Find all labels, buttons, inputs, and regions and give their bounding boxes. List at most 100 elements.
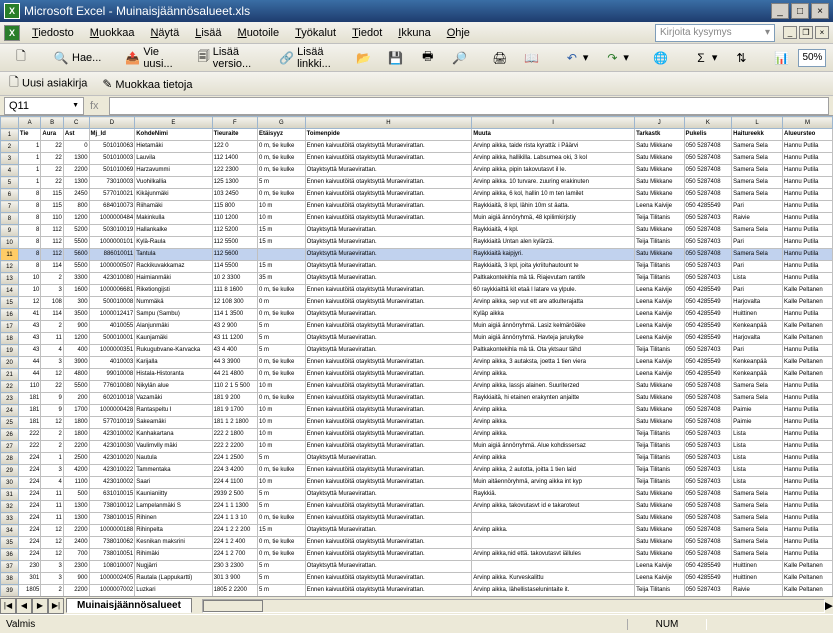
cell[interactable]: Hannu Putila xyxy=(782,261,832,273)
cell[interactable]: Lista xyxy=(732,441,783,453)
cell[interactable]: Kalle Peltanen xyxy=(782,573,832,585)
cell[interactable]: Nikylän alue xyxy=(135,381,212,393)
cell[interactable]: 2300 xyxy=(63,561,89,573)
cell[interactable]: Arvinp aikka, 6 kol, hallin 10 m ten lam… xyxy=(472,189,635,201)
cell[interactable]: 108 xyxy=(41,297,64,309)
cell[interactable]: 43 4 400 xyxy=(212,345,257,357)
cell[interactable]: Muin aigiä ännörryhmä. Alue kohdissersaz xyxy=(472,441,635,453)
cell[interactable]: 0 m, tie kulke xyxy=(258,369,306,381)
vie-button[interactable]: 📤Vie uusi... xyxy=(118,47,180,69)
cell[interactable]: 423010030 xyxy=(89,441,135,453)
col-header-M[interactable]: M xyxy=(782,117,832,129)
cell[interactable]: Satu Mikkane xyxy=(635,381,684,393)
row-header[interactable]: 39 xyxy=(1,585,19,597)
cell[interactable]: 1300 xyxy=(63,177,89,189)
cell[interactable]: 10 2 3300 xyxy=(212,273,257,285)
lisaa-versio-button[interactable]: 🗐Lisää versio... xyxy=(191,47,263,69)
row-header[interactable]: 16 xyxy=(1,309,19,321)
cell[interactable]: 050 5287408 xyxy=(684,165,732,177)
cell[interactable]: 0 m, tie kulke xyxy=(258,309,306,321)
cell[interactable]: 050 5287403 xyxy=(684,237,732,249)
cell[interactable]: Ennen kaivuutöitä otayktsyttä Muraevirat… xyxy=(305,177,472,189)
cell[interactable]: 43 xyxy=(18,345,40,357)
cell[interactable]: Ennen kaivuutöitä otayktsyttä Muraevirat… xyxy=(305,141,472,153)
col-header-E[interactable]: E xyxy=(135,117,212,129)
cell[interactable]: 5200 xyxy=(63,225,89,237)
cell[interactable]: 1300 xyxy=(63,501,89,513)
cell[interactable]: Raykkiä. xyxy=(472,489,635,501)
cell[interactable]: 050 5287403 xyxy=(684,453,732,465)
cell[interactable]: 15 m xyxy=(258,237,306,249)
cell[interactable]: 050 5287403 xyxy=(684,441,732,453)
cell[interactable]: Satu Mikkane xyxy=(635,153,684,165)
cell[interactable]: Samera Sela xyxy=(732,141,783,153)
cell[interactable]: 224 1 2 700 xyxy=(212,549,257,561)
print2-button[interactable]: 🖨 xyxy=(485,47,515,69)
row-header[interactable]: 20 xyxy=(1,357,19,369)
cell[interactable]: Rihinpelta xyxy=(135,525,212,537)
menu-lisää[interactable]: Lisää xyxy=(187,25,229,41)
cell[interactable]: Ennen kaivuutöitä otayktsyttä Muraevirat… xyxy=(305,429,472,441)
cell[interactable]: 1100 xyxy=(63,477,89,489)
col-header-J[interactable]: J xyxy=(635,117,684,129)
cell[interactable]: Pari xyxy=(732,261,783,273)
cell[interactable]: 1200 xyxy=(63,333,89,345)
hscroll-track[interactable] xyxy=(202,599,825,613)
cell[interactable]: 738010015 xyxy=(89,513,135,525)
cell[interactable]: 577010019 xyxy=(89,417,135,429)
muokkaa-tietoja-button[interactable]: ✎Muokkaa tietoja xyxy=(99,76,192,92)
cell[interactable]: Teija Tilitanis xyxy=(635,345,684,357)
cell[interactable]: Vuohilkallia xyxy=(135,177,212,189)
cell[interactable]: Satu Mikkane xyxy=(635,501,684,513)
cell[interactable]: 10 m xyxy=(258,213,306,225)
field-header[interactable]: Alueursteo xyxy=(782,129,832,141)
cell[interactable]: 1000000188 xyxy=(89,525,135,537)
menu-tiedot[interactable]: Tiedot xyxy=(344,25,390,41)
cell[interactable]: 10 m xyxy=(258,201,306,213)
field-header[interactable]: Muuta xyxy=(472,129,635,141)
cell[interactable]: 776010080 xyxy=(89,381,135,393)
cell[interactable]: 224 4 1100 xyxy=(212,477,257,489)
cell[interactable]: 5 m xyxy=(258,561,306,573)
doc-minimize[interactable]: _ xyxy=(783,26,797,39)
cell[interactable]: Teija Tilitanis xyxy=(635,441,684,453)
cell[interactable]: 12 xyxy=(41,537,64,549)
cell[interactable]: 301 3 900 xyxy=(212,573,257,585)
cell[interactable]: 181 xyxy=(18,393,40,405)
cell[interactable]: 5 m xyxy=(258,345,306,357)
hscroll-right[interactable]: ▶ xyxy=(825,599,833,612)
cell[interactable]: 3 xyxy=(41,465,64,477)
cell[interactable]: Arvinp aikka, lähellistaselunintaite it. xyxy=(472,585,635,597)
tab-last[interactable]: ▶| xyxy=(48,598,64,614)
cell[interactable]: Ennen kaivuutöitä otayktsyttä Muraevirat… xyxy=(305,357,472,369)
cell[interactable]: 1000007002 xyxy=(89,585,135,597)
cell[interactable]: 12 xyxy=(18,297,40,309)
cell[interactable]: Arvinp aikka, 3 autaksta, joetta 1 tien … xyxy=(472,357,635,369)
cell[interactable]: Ennen kaivuutöitä otayktsyttä Muraevirat… xyxy=(305,297,472,309)
cell[interactable]: Otayktsyttä Muraevirattan. xyxy=(305,225,472,237)
cell[interactable]: Lista xyxy=(732,429,783,441)
cell[interactable]: Otayktsyttä Muraevirattan. xyxy=(305,333,472,345)
cell[interactable]: Raykkiaitä, 4 kpl. xyxy=(472,225,635,237)
cell[interactable]: 2 xyxy=(41,585,64,597)
cell[interactable]: Rantaspeltu I xyxy=(135,405,212,417)
cell[interactable]: 050 5287408 xyxy=(684,381,732,393)
row-header[interactable]: 17 xyxy=(1,321,19,333)
cell[interactable]: 10 xyxy=(18,285,40,297)
cell[interactable]: Ennen kaivuutöitä otayktsyttä Muraevirat… xyxy=(305,189,472,201)
cell[interactable]: 12 xyxy=(41,549,64,561)
cell[interactable]: 112 5500 xyxy=(212,237,257,249)
cell[interactable]: 11 xyxy=(41,513,64,525)
cell[interactable]: 4800 xyxy=(63,369,89,381)
cell[interactable]: 8 xyxy=(18,201,40,213)
cell[interactable]: Otayktsyttä Muraevirattan. xyxy=(305,309,472,321)
cell[interactable]: Pari xyxy=(732,201,783,213)
cell[interactable]: Arvinp aikka. Kurveskalittu xyxy=(472,573,635,585)
cell[interactable]: Teija Tilitanis xyxy=(635,237,684,249)
cell[interactable]: Ennen kaivuutöitä otayktsyttä Muraevirat… xyxy=(305,501,472,513)
cell[interactable]: 1000000351 xyxy=(89,345,135,357)
cell[interactable]: 1200 xyxy=(63,213,89,225)
row-header[interactable]: 21 xyxy=(1,369,19,381)
formula-bar[interactable] xyxy=(109,97,829,115)
cell[interactable]: Samera Sela xyxy=(732,189,783,201)
